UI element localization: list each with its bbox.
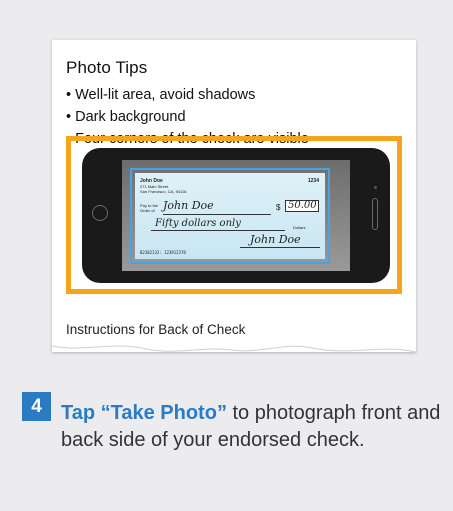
tips-card: Photo Tips Well-lit area, avoid shadows … (52, 40, 416, 352)
phone-illustration: John Doe 271 Main Street San Francisco, … (82, 148, 390, 283)
check-micr-line: B2382132: 123912378 (140, 250, 186, 255)
check-payee-line (163, 214, 271, 215)
check-image: John Doe 271 Main Street San Francisco, … (135, 173, 325, 259)
home-button-icon (92, 205, 108, 221)
tip-item: Well-lit area, avoid shadows (66, 84, 309, 106)
step-instruction: Tap “Take Photo” to photograph front and… (61, 400, 441, 454)
photo-tips-panel: Photo Tips Well-lit area, avoid shadows … (52, 40, 416, 375)
step-number-badge: 4 (22, 392, 51, 421)
take-photo-emphasis: Tap “Take Photo” (61, 402, 227, 424)
check-signature: John Doe (250, 233, 301, 246)
check-amount: 50.00 (288, 200, 317, 211)
torn-paper-edge (52, 338, 416, 353)
phone-screen: John Doe 271 Main Street San Francisco, … (122, 160, 350, 271)
side-button-icon (372, 198, 378, 230)
check-pay-to-label: Pay to the Order of (140, 203, 159, 213)
check-words-line (151, 230, 285, 231)
check-signature-line (240, 247, 320, 248)
check-number: 1234 (307, 178, 319, 184)
check-address-line2: San Francisco, CA, 94118 (140, 189, 187, 194)
check-amount-words: Fifty dollars only (155, 218, 241, 229)
check-dollars-label: Dollars (293, 225, 306, 230)
back-of-check-caption: Instructions for Back of Check (66, 322, 246, 337)
tip-item: Dark background (66, 106, 309, 128)
check-payee: John Doe (163, 199, 214, 212)
tips-title: Photo Tips (66, 58, 148, 77)
check-dollar-sign: $ (276, 203, 281, 212)
camera-dot-icon (374, 186, 377, 189)
